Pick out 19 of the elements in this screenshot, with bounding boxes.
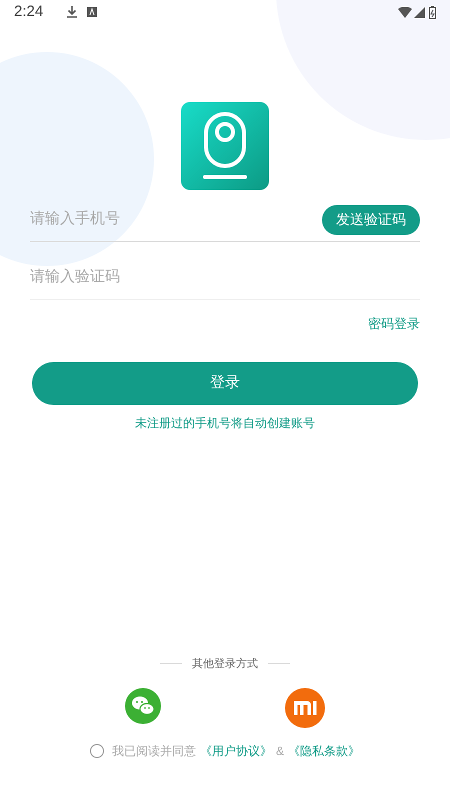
password-login-link[interactable]: 密码登录 [368,314,420,334]
status-time: 2:24 [14,2,44,22]
auto-register-note: 未注册过的手机号将自动创建账号 [135,414,315,432]
user-agreement-link[interactable]: 《用户协议》 [200,742,272,760]
signal-icon [414,6,425,18]
wifi-icon [398,6,412,18]
agreement-text: 我已阅读并同意 [112,743,196,760]
verification-code-field[interactable]: 请输入验证码 [30,266,420,289]
login-button[interactable]: 登录 [32,362,418,404]
mi-logo-icon[interactable] [285,688,325,728]
other-login-title: 其他登录方式 [192,656,258,672]
send-code-button[interactable]: 发送验证码 [322,204,420,234]
phone-number-field[interactable]: 请输入手机号 [30,208,322,231]
download-icon [67,6,78,18]
privacy-policy-link[interactable]: 《隐私条款》 [288,742,360,760]
ampersand: & [276,743,284,760]
agreement-checkbox[interactable] [90,744,104,758]
battery-icon [429,6,436,18]
notification-icon [87,7,98,17]
